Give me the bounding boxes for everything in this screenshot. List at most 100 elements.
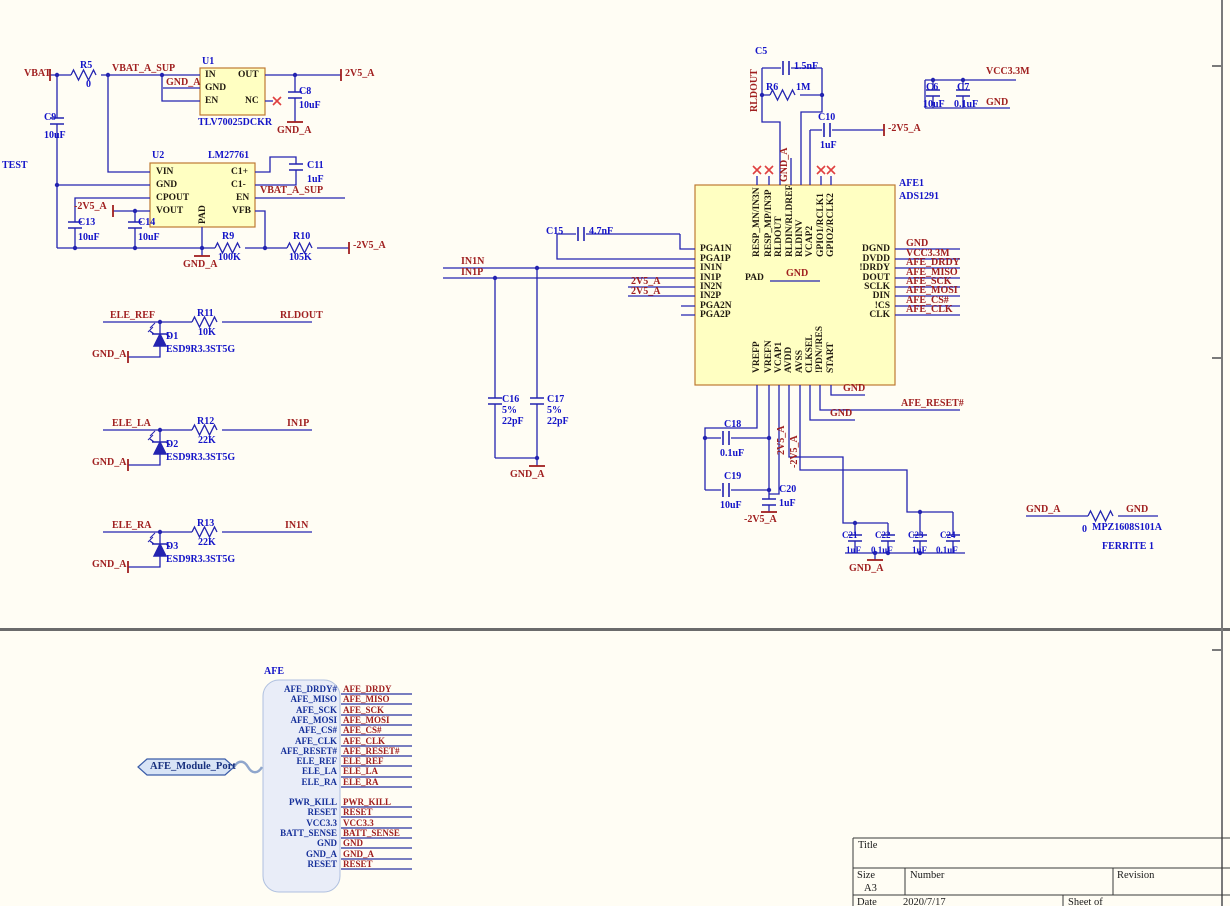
pin-name: NC [245,96,259,106]
net-label: VBAT_A_SUP [112,63,176,74]
pin-name: GPIO1/RCLK1 [816,193,826,257]
pin-name: GPIO2/RCLK2 [826,193,836,257]
net-label: VCC3.3 [343,818,374,828]
designator-label: D3 [166,541,179,552]
sheet-pin-name: AFE_RESET# [280,746,337,756]
pin-name: GND [156,180,178,190]
value-label: 22K [198,537,216,548]
pin-name: CLK [869,310,890,320]
resistor-r5 [70,68,97,82]
pin-name: AVSS [795,349,805,373]
net-label: -2V5_A [888,123,921,134]
sheet-pin-name: AFE_CLK [294,736,337,746]
net-label: GND_A [166,77,201,88]
net-label: -2V5_A [74,201,107,212]
pin-name: RLDINV [795,219,805,257]
designator-label: D2 [166,439,179,450]
capacitor-c20 [762,498,776,506]
net-label: GND [343,838,363,848]
net-label: GND_A [1026,504,1061,515]
capacitor-c15 [577,227,585,241]
pin-name: START [826,342,836,373]
net-label: VCC3.3M [986,66,1030,77]
pin-name: VREFN [764,340,774,373]
net-label: AFE_MOSI [343,715,390,725]
title-block-revision-label: Revision [1117,870,1155,881]
capacitor-c17 [530,397,544,405]
pin-name: PGA1N [700,244,732,254]
pin-name: EN [205,96,219,106]
net-label: GND_A [779,147,790,182]
capacitor-c10 [823,123,831,137]
pin-name: VREFP [752,341,762,373]
net-label: -2V5_A [789,435,800,468]
net-label: ELE_LA [343,766,379,776]
net-label: ELE_RA [343,777,379,787]
pin-name: C1- [231,180,246,190]
designator-label: C11 [307,160,324,171]
power-port-vbat: VBAT [24,68,52,79]
net-label: ELE_RA [112,520,152,531]
net-label: RESET [343,807,373,817]
value-label: 1uF [779,498,796,509]
net-label: VBAT_A_SUP [260,185,324,196]
pin-name: VIN [156,167,174,177]
pin-name: GND [205,83,227,93]
net-label: IN1N [285,520,309,531]
net-label: GND [1126,504,1149,515]
designator-label: C24 [940,530,956,540]
net-label: RESET [343,859,373,869]
sheet-pin-name: GND_A [306,849,337,859]
value-label: ESD9R3.3ST5G [166,344,236,355]
value-label: ESD9R3.3ST5G [166,554,236,565]
designator-label: C22 [875,530,891,540]
value-label: 10uF [299,100,321,111]
wires [50,67,1158,568]
value-label: 0 [86,79,91,90]
capacitor-c5 [782,61,790,75]
net-label: AFE_SCK [343,705,385,715]
sheet-pin-name: ELE_LA [301,766,337,776]
port-name: AFE_Module_Port [150,761,236,772]
designator-label: C15 [546,226,564,237]
capacitor-c18 [722,431,730,445]
net-label: GND_A [92,349,127,360]
value-label: 5% [502,405,517,416]
designator-label: R9 [222,231,235,242]
net-label: PWR_KILL [343,797,392,807]
sheet-pin-name: GND [317,838,337,848]
designator-label: C8 [299,86,312,97]
value-label: 105K [289,252,312,263]
net-label: GND_A [92,559,127,570]
designator-label: R11 [197,308,214,319]
title-block-title-label: Title [858,840,878,851]
net-label: AFE_RESET# [343,746,400,756]
designator-label: C18 [724,419,742,430]
value-label: 1uF [307,174,324,185]
pin-name: VCAP1 [774,341,784,373]
capacitor-c16 [488,397,502,405]
net-label: IN1P [287,418,310,429]
schematic-sheet: VBAT R5 0 VBAT_A_SUP GND_A U1 IN GND EN OUT NC TLV7… [0,0,1230,906]
value-label: 1uF [912,545,928,555]
value-label: 10uF [78,232,100,243]
title-block-size-value: A3 [864,883,877,894]
designator-label: C7 [957,82,970,93]
designator-label: TLV70025DCKR [198,117,273,128]
pin-name: DIN [872,291,890,301]
resistor-symbols[interactable] [70,68,1114,539]
designator-label: U2 [152,150,165,161]
designator-label: U1 [202,56,215,67]
pin-name: VFB [232,206,251,216]
value-label: 22K [198,435,216,446]
net-label: AFE_MISO [343,694,390,704]
designator-label: C10 [818,112,836,123]
designator-label: R6 [766,82,779,93]
net-label: -2V5_A [744,514,777,525]
designator-label: TEST [2,160,28,171]
designator-label: C6 [926,82,939,93]
net-label: GND_A [277,125,312,136]
net-label: GND_A [849,563,884,574]
designator-label: R5 [80,60,93,71]
pin-name: RLDOUT [774,216,784,257]
